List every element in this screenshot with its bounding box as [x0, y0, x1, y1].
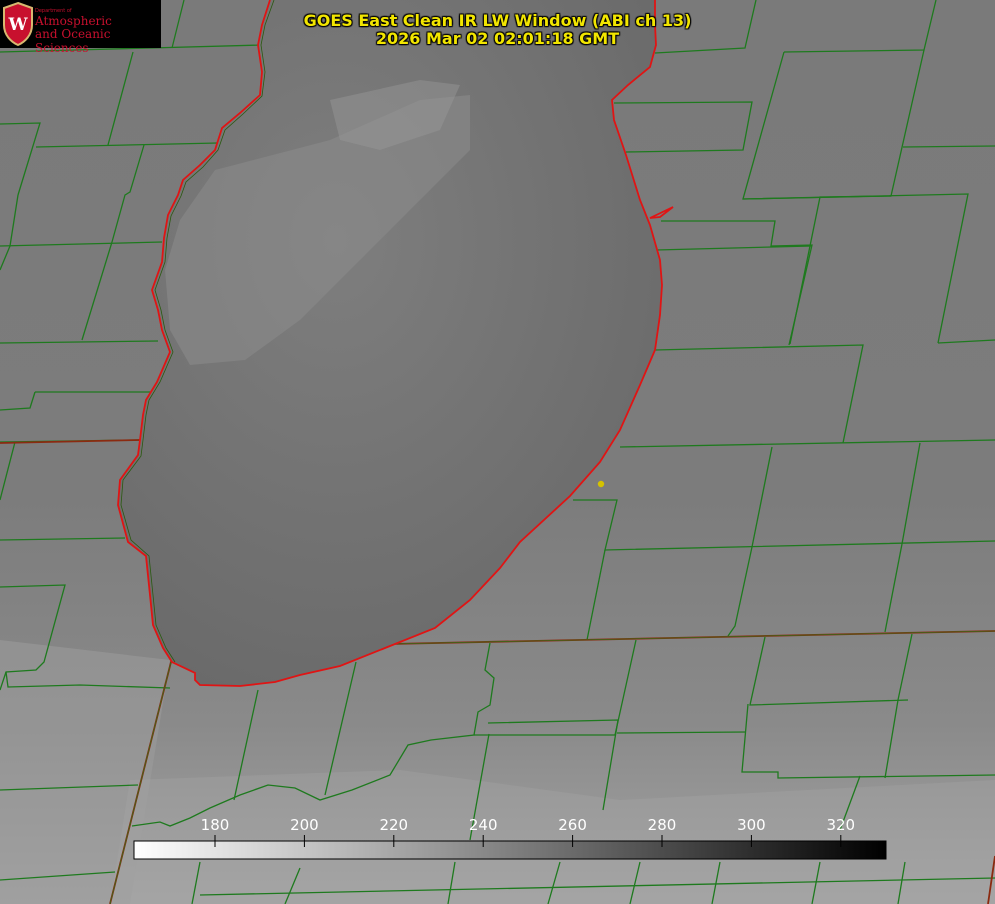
satellite-map — [0, 0, 995, 904]
colorbar-tick-label: 320 — [826, 816, 856, 834]
colorbar — [133, 840, 887, 860]
colorbar-tick-label: 300 — [737, 816, 766, 834]
image-timestamp: 2026 Mar 02 02:01:18 GMT — [375, 29, 620, 48]
city-marker — [597, 480, 605, 488]
colorbar-tick-label: 260 — [558, 816, 587, 834]
colorbar-tick-label: 280 — [647, 816, 677, 834]
colorbar-tick-label: 200 — [290, 816, 319, 834]
colorbar-tick-label: 220 — [379, 816, 409, 834]
colorbar-tick-label: 180 — [200, 816, 230, 834]
colorbar-tick-label: 240 — [468, 816, 498, 834]
image-title: GOES East Clean IR LW Window (ABI ch 13) — [303, 11, 692, 30]
